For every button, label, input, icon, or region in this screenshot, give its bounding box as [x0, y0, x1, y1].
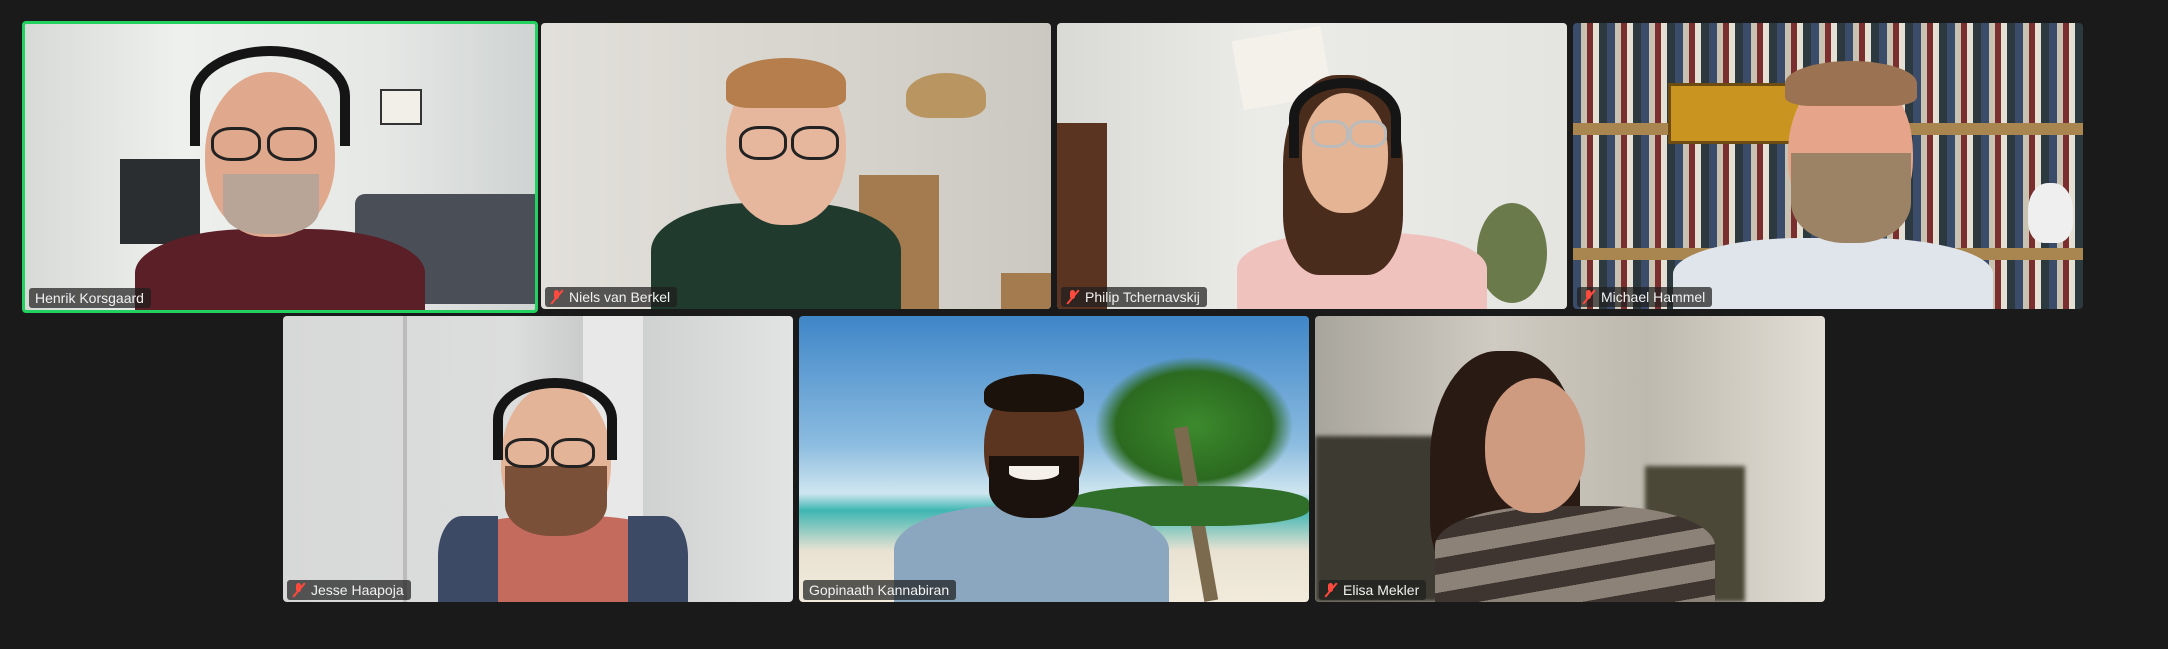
- participant-name-tag: Philip Tchernavskij: [1061, 287, 1207, 307]
- participant-name: Michael Hammel: [1601, 289, 1706, 305]
- participant-name: Henrik Korsgaard: [35, 290, 144, 306]
- microphone-muted-icon: [1583, 290, 1595, 304]
- video-tile-philip[interactable]: Philip Tchernavskij: [1057, 23, 1567, 309]
- pendant-lamp: [906, 73, 986, 118]
- microphone-muted-icon: [293, 583, 305, 597]
- tv: [120, 159, 200, 244]
- video-feed: [1315, 316, 1825, 602]
- participant-name-tag: Michael Hammel: [1577, 287, 1713, 307]
- plush-toy: [2028, 183, 2073, 243]
- video-tile-jesse[interactable]: Jesse Haapoja: [283, 316, 793, 602]
- video-tile-gopinaath[interactable]: Gopinaath Kannabiran: [799, 316, 1309, 602]
- video-tile-henrik[interactable]: Henrik Korsgaard: [22, 21, 538, 313]
- participant-name-tag: Elisa Mekler: [1319, 580, 1427, 600]
- video-feed: [1573, 23, 2083, 309]
- participant-name-tag: Jesse Haapoja: [287, 580, 411, 600]
- participant-name: Gopinaath Kannabiran: [809, 582, 950, 598]
- microphone-muted-icon: [551, 290, 563, 304]
- participant-name-tag: Henrik Korsgaard: [29, 288, 151, 308]
- plant: [1477, 203, 1547, 303]
- participant-name: Philip Tchernavskij: [1085, 289, 1200, 305]
- participant-name-tag: Niels van Berkel: [545, 287, 678, 307]
- microphone-muted-icon: [1325, 583, 1337, 597]
- picture-frame: [380, 89, 422, 125]
- video-feed: [541, 23, 1051, 309]
- chair: [1057, 123, 1107, 309]
- participant-name: Elisa Mekler: [1343, 582, 1420, 598]
- video-feed: [799, 316, 1309, 602]
- participant-name: Niels van Berkel: [569, 289, 671, 305]
- video-tile-niels[interactable]: Niels van Berkel: [541, 23, 1051, 309]
- participant-name: Jesse Haapoja: [311, 582, 404, 598]
- video-tile-michael[interactable]: Michael Hammel: [1573, 23, 2083, 309]
- video-feed: [1057, 23, 1567, 309]
- microphone-muted-icon: [1067, 290, 1079, 304]
- video-feed: [25, 24, 535, 310]
- video-tile-elisa[interactable]: Elisa Mekler: [1315, 316, 1825, 602]
- participant-name-tag: Gopinaath Kannabiran: [803, 580, 957, 600]
- video-feed: [283, 316, 793, 602]
